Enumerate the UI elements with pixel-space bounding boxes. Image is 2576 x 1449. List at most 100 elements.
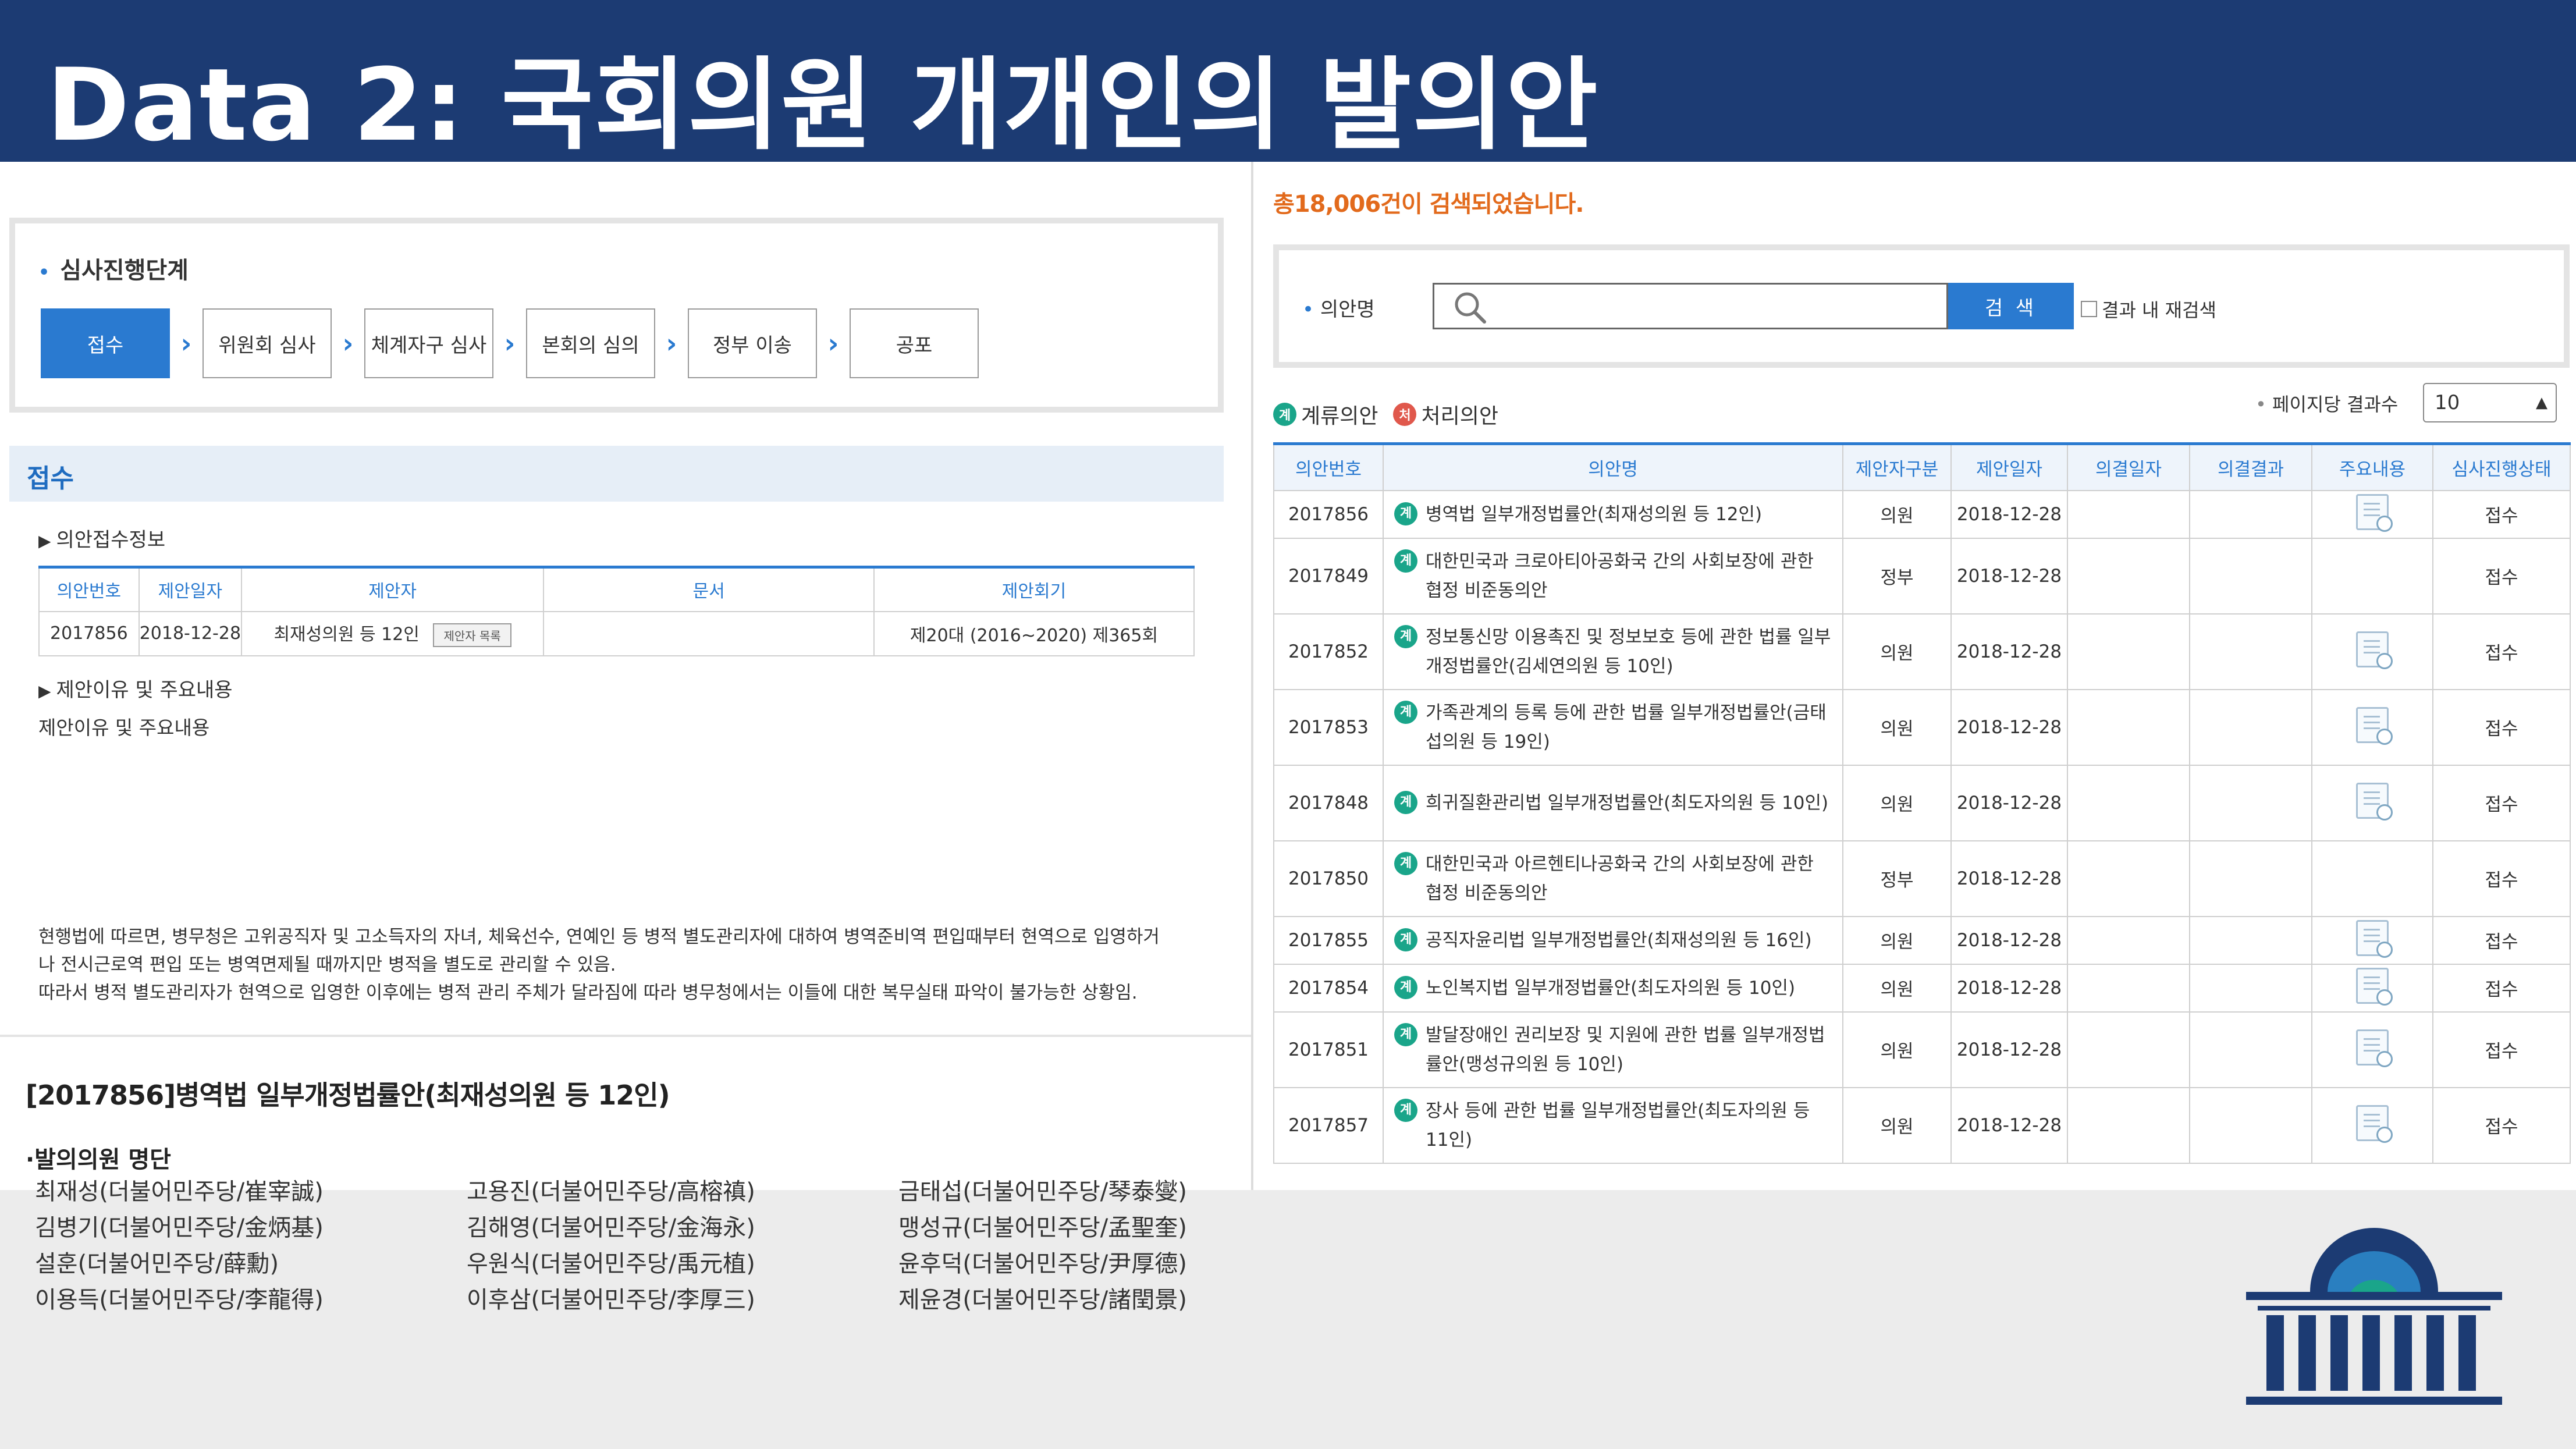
bill-name-link[interactable]: 공직자윤리법 일부개정법률안(최재성의원 등 16인) [1426,926,1812,955]
cell-bill-name[interactable]: 계 대한민국과 아르헨티나공화국 간의 사회보장에 관한 협정 비준동의안 [1383,840,1843,917]
stage-step[interactable]: 체계자구 심사 [364,308,493,378]
cell-status: 접수 [2432,688,2571,766]
cell-proposal-date: 2018-12-28 [1950,963,2068,1013]
legend-pending: 계류의안 [1301,404,1378,428]
cell-main-content [2311,1086,2433,1164]
proposer-name[interactable]: 김병기(더불어민주당/金炳基) [35,1214,467,1242]
search-input[interactable] [1433,283,1948,329]
table-row[interactable]: 2017852 계 정보통신망 이용촉진 및 정보보호 등에 관한 법률 일부개정법… [1273,613,2571,690]
col-proposal-date[interactable]: 제안일자 [1950,443,2068,491]
search-label: 의안명 [1302,293,1375,322]
table-row[interactable]: 2017855 계 공직자윤리법 일부개정법률안(최재성의원 등 16인) 의원 201… [1273,915,2571,965]
search-button[interactable]: 검 색 [1948,283,2074,329]
cell-bill-name[interactable]: 계 대한민국과 크로아티아공화국 간의 사회보장에 관한 협정 비준동의안 [1383,537,1843,615]
cell-bill-name[interactable]: 계 정보통신망 이용촉진 및 정보보호 등에 관한 법률 일부개정법률안(김세연의… [1383,613,1843,690]
document-search-icon[interactable] [2356,919,2393,958]
cell-proposal-date: 2018-12-28 [1950,537,2068,615]
cell-proposal-date: 2018-12-28 [1950,688,2068,766]
cell-bill-name[interactable]: 계 공직자윤리법 일부개정법률안(최재성의원 등 16인) [1383,915,1843,965]
col-proposer-type[interactable]: 제안자구분 [1842,443,1952,491]
receipt-info-table: 의안번호 제안일자 제안자 문서 제안회기 2017856 2018-12-28… [38,566,1195,656]
document-search-icon[interactable] [2356,1029,2393,1067]
proposer-name[interactable]: 최재성(더불어민주당/崔宰誠) [35,1178,467,1206]
proposer-name[interactable]: 우원식(더불어민주당/禹元植) [467,1250,898,1278]
table-row[interactable]: 2017851 계 발달장애인 권리보장 및 지원에 관한 법률 일부개정법률안(맹… [1273,1011,2571,1088]
proposer-name[interactable]: 금태섭(더불어민주당/琴泰燮) [898,1178,1199,1206]
table-row[interactable]: 2017853 계 가족관계의 등록 등에 관한 법률 일부개정법률안(금태섭의원 … [1273,688,2571,766]
bill-name-link[interactable]: 병역법 일부개정법률안(최재성의원 등 12인) [1426,500,1762,529]
bill-name-link[interactable]: 발달장애인 권리보장 및 지원에 관한 법률 일부개정법률안(맹성규의원 등 1… [1426,1021,1834,1079]
stage-step[interactable]: 정부 이송 [688,308,817,378]
bill-name-link[interactable]: 장사 등에 관한 법률 일부개정법률안(최도자의원 등 11인) [1426,1096,1834,1155]
page-size-select[interactable]: 10 ▲ [2423,383,2557,422]
proposer-name[interactable]: 제윤경(더불어민주당/諸閏景) [898,1286,1199,1314]
cell-bill-no: 2017852 [1273,613,1384,690]
col-bill-name[interactable]: 의안명 [1383,443,1843,491]
proposer-name[interactable]: 윤후덕(더불어민주당/尹厚德) [898,1250,1199,1278]
page-size-label: 페이지당 결과수 [2255,390,2398,417]
bill-title: [2017856]병역법 일부개정법률안(최재성의원 등 12인) [26,1079,670,1111]
document-search-icon[interactable] [2356,706,2393,745]
document-search-icon[interactable] [2356,967,2393,1006]
cell-proposer-type: 의원 [1842,1011,1952,1088]
bill-name-link[interactable]: 노인복지법 일부개정법률안(최도자의원 등 10인) [1426,974,1795,1003]
bill-name-link[interactable]: 대한민국과 아르헨티나공화국 간의 사회보장에 관한 협정 비준동의안 [1426,850,1834,908]
cell-vote-result [2189,963,2312,1013]
cell-bill-name[interactable]: 계 희귀질환관리법 일부개정법률안(최도자의원 등 10인) [1383,764,1843,841]
recheck-checkbox[interactable] [2081,301,2097,317]
recheck-option[interactable]: 결과 내 재검색 [2081,296,2216,322]
table-row[interactable]: 2017856 계 병역법 일부개정법률안(최재성의원 등 12인) 의원 2018-1… [1273,489,2571,539]
table-row[interactable]: 2017848 계 희귀질환관리법 일부개정법률안(최도자의원 등 10인) 의원 20… [1273,764,2571,841]
col-vote-date[interactable]: 의결일자 [2067,443,2190,491]
stage-step[interactable]: 접수 [41,308,170,378]
cell-main-content [2311,688,2433,766]
col-vote-result[interactable]: 의결결과 [2189,443,2312,491]
bill-name-link[interactable]: 희귀질환관리법 일부개정법률안(최도자의원 등 10인) [1426,789,1828,818]
proposer-name[interactable]: 맹성규(더불어민주당/孟聖奎) [898,1214,1199,1242]
reason-sublabel: 제안이유 및 주요내용 [38,716,210,739]
proposer-list-button[interactable]: 제안자 목록 [433,623,511,647]
bill-name-link[interactable]: 가족관계의 등록 등에 관한 법률 일부개정법률안(금태섭의원 등 19인) [1426,698,1834,757]
pending-icon: 계 [1394,549,1417,573]
proposer-name[interactable]: 김해영(더불어민주당/金海永) [467,1214,898,1242]
proposer-name[interactable]: 이용득(더불어민주당/李龍得) [35,1286,467,1314]
cell-main-content [2311,963,2433,1013]
proposer-name[interactable]: 이후삼(더불어민주당/李厚三) [467,1286,898,1314]
stage-step[interactable]: 공포 [850,308,979,378]
table-row[interactable]: 2017850 계 대한민국과 아르헨티나공화국 간의 사회보장에 관한 협정 비준… [1273,840,2571,917]
cell-proposal-date: 2018-12-28 [1950,764,2068,841]
cell-bill-no: 2017856 [1273,489,1384,539]
document-search-icon[interactable] [2356,782,2393,821]
document-search-icon[interactable] [2356,1104,2393,1143]
document-search-icon[interactable] [2356,493,2393,532]
cell-status: 접수 [2432,915,2571,965]
table-row[interactable]: 2017857 계 장사 등에 관한 법률 일부개정법률안(최도자의원 등 11인)… [1273,1086,2571,1164]
table-row[interactable]: 2017849 계 대한민국과 크로아티아공화국 간의 사회보장에 관한 협정 비준… [1273,537,2571,615]
bill-name-link[interactable]: 정보통신망 이용촉진 및 정보보호 등에 관한 법률 일부개정법률안(김세연의원… [1426,623,1834,681]
cell-bill-name[interactable]: 계 노인복지법 일부개정법률안(최도자의원 등 10인) [1383,963,1843,1013]
bill-name-link[interactable]: 대한민국과 크로아티아공화국 간의 사회보장에 관한 협정 비준동의안 [1426,547,1834,605]
table-row[interactable]: 2017854 계 노인복지법 일부개정법률안(최도자의원 등 10인) 의원 2018… [1273,963,2571,1013]
cell-bill-name[interactable]: 계 병역법 일부개정법률안(최재성의원 등 12인) [1383,489,1843,539]
cell-proposer-type: 정부 [1842,840,1952,917]
pending-icon: 계 [1394,624,1417,648]
cell-bill-no: 2017851 [1273,1011,1384,1088]
proposer-name[interactable]: 고용진(더불어민주당/高榕禛) [467,1178,898,1206]
col-main-content[interactable]: 주요내용 [2311,443,2433,491]
cell-proposer-type: 의원 [1842,963,1952,1013]
cell-proposer-type: 정부 [1842,537,1952,615]
stage-step[interactable]: 본회의 심의 [526,308,655,378]
col-bill-no[interactable]: 의안번호 [1273,443,1384,491]
proposer-name[interactable]: 설훈(더불어민주당/薛勳) [35,1250,467,1278]
stage-step[interactable]: 위원회 심사 [202,308,332,378]
cell-bill-name[interactable]: 계 가족관계의 등록 등에 관한 법률 일부개정법률안(금태섭의원 등 19인) [1383,688,1843,766]
search-icon [1455,292,1486,324]
cell-proposer-type: 의원 [1842,915,1952,965]
cell-bill-name[interactable]: 계 장사 등에 관한 법률 일부개정법률안(최도자의원 등 11인) [1383,1086,1843,1164]
done-icon: 처 [1393,403,1417,426]
cell-date: 2018-12-28 [138,610,243,656]
document-search-icon[interactable] [2356,631,2393,669]
col-review-status[interactable]: 심사진행상태 [2432,443,2571,491]
cell-vote-date [2067,915,2190,965]
cell-bill-name[interactable]: 계 발달장애인 권리보장 및 지원에 관한 법률 일부개정법률안(맹성규의원 등 … [1383,1011,1843,1088]
